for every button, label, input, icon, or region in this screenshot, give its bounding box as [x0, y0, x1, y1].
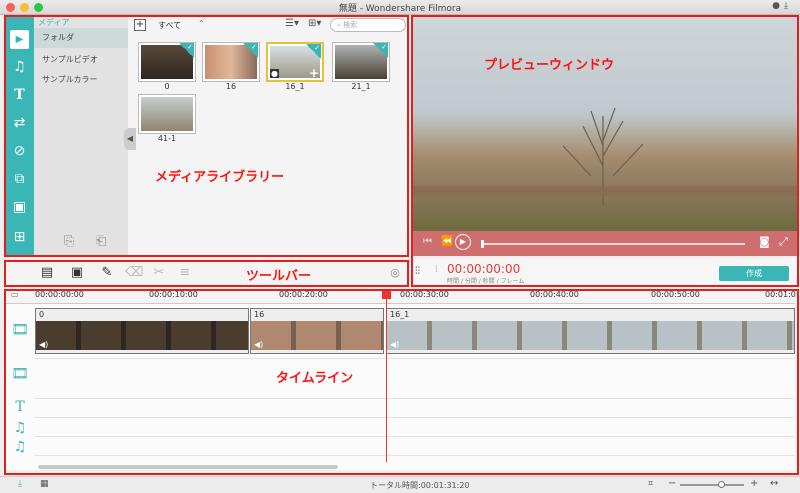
media-library-annotation: メディアライブラリー — [155, 170, 285, 185]
timeline-highlight — [4, 289, 799, 475]
media-library-highlight — [4, 15, 409, 257]
toolbar-highlight — [4, 260, 409, 287]
message-icon[interactable]: ● — [772, 1, 784, 11]
fit-icon[interactable]: ⌗ — [648, 479, 653, 489]
zoom-out-icon[interactable]: − — [668, 478, 676, 489]
zoom-in-icon[interactable]: + — [750, 478, 758, 489]
window-title: 無題 - Wondershare Filmora — [338, 4, 462, 14]
add-track-icon[interactable]: ⤓ — [18, 479, 22, 489]
timeline-annotation: タイムライン — [276, 371, 354, 386]
status-bar: ⤓ ▦ トータル時間:00:01:31:20 ⌗ − + ↔ — [0, 476, 800, 493]
toolbar-annotation: ツールバー — [246, 269, 312, 284]
total-time: トータル時間:00:01:31:20 — [370, 481, 470, 490]
fit-timeline-icon[interactable]: ↔ — [770, 478, 778, 489]
title-bar: 無題 - Wondershare Filmora ●⤓ — [0, 0, 800, 15]
download-icon[interactable]: ⤓ — [784, 1, 792, 11]
track-manager-icon[interactable]: ▦ — [40, 479, 49, 489]
titlebar-icons: ●⤓ — [772, 1, 792, 11]
zoom-slider[interactable] — [680, 484, 744, 486]
zoom-slider-handle[interactable] — [718, 481, 725, 488]
preview-annotation: プレビューウィンドウ — [484, 58, 615, 73]
